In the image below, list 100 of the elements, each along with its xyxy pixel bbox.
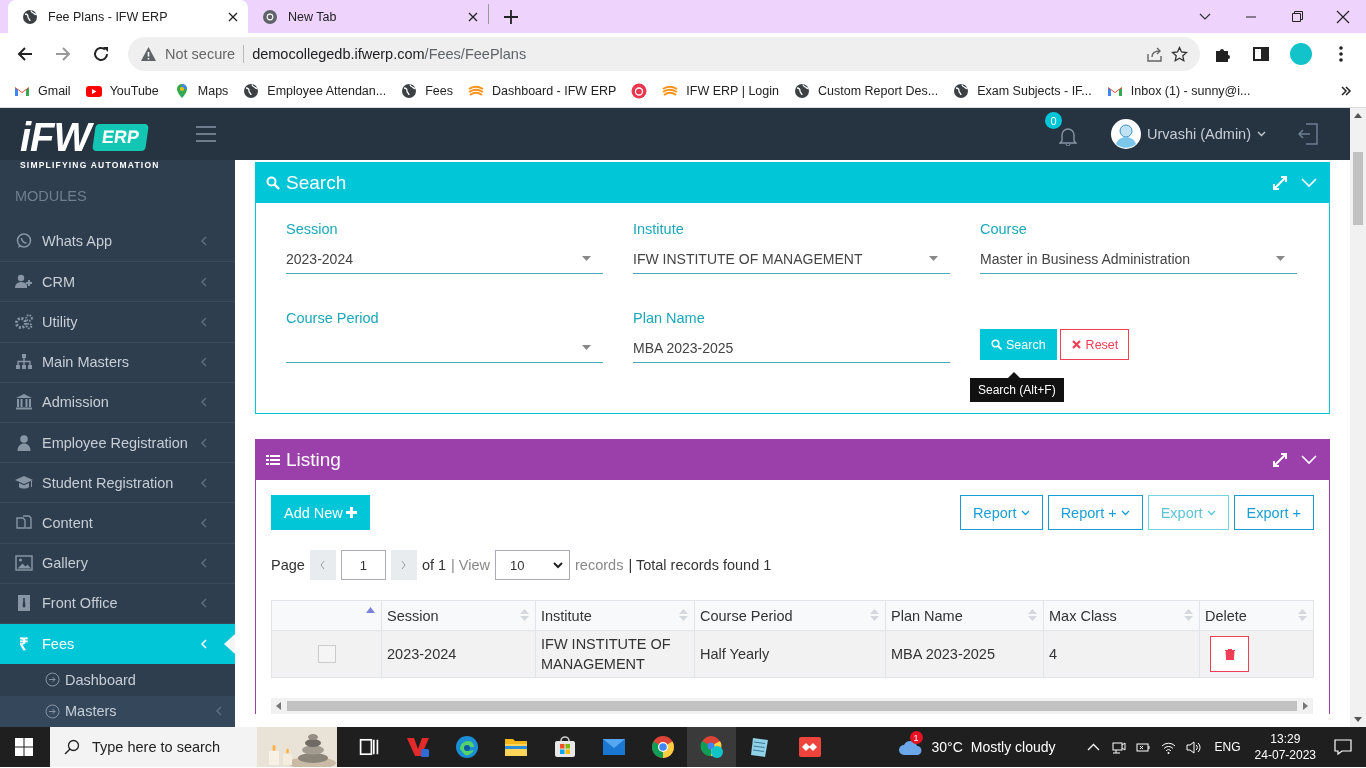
caret-icon: [1276, 256, 1285, 261]
temperature[interactable]: 30°C: [931, 739, 963, 755]
globe-icon: [953, 83, 970, 99]
browser-tab[interactable]: Fee Plans - IFW ERP: [8, 0, 248, 33]
submenu-item[interactable]: Masters: [0, 695, 235, 727]
select-field[interactable]: Master in Business Administration: [980, 244, 1297, 274]
star-icon[interactable]: [1171, 45, 1188, 63]
swirl-icon[interactable]: [454, 735, 479, 759]
camera-icon[interactable]: [1110, 739, 1126, 755]
share-icon[interactable]: [1146, 45, 1163, 63]
globe-icon: [243, 83, 260, 99]
forward-arrow-icon[interactable]: [54, 45, 72, 63]
double-chevron-icon[interactable]: [1340, 85, 1352, 97]
sidebar-item[interactable]: Admission: [0, 382, 235, 423]
taskbar-search-field[interactable]: Type here to search: [50, 727, 337, 767]
total-records: | Total records found 1: [628, 557, 772, 573]
bookmark-link[interactable]: Gmail: [14, 83, 71, 99]
close-icon[interactable]: [468, 11, 478, 22]
security-label[interactable]: Not secure: [165, 46, 236, 62]
wave-logo-icon: [662, 83, 679, 99]
sidebar-item[interactable]: Employee Registration: [0, 422, 235, 464]
panel-title: Listing: [286, 449, 342, 471]
page-label: Page: [271, 557, 305, 573]
user-menu[interactable]: Urvashi (Admin): [1111, 119, 1266, 149]
records-label: records: [575, 557, 624, 573]
browser-logo-icon[interactable]: [650, 735, 675, 759]
browser-tab[interactable]: New Tab: [248, 0, 488, 33]
scroll-thumb[interactable]: [1353, 152, 1363, 225]
language-indicator[interactable]: ENG: [1214, 740, 1241, 754]
browser-profile-icon[interactable]: [699, 735, 724, 759]
delete-button[interactable]: [1210, 636, 1249, 672]
arrow-circle-icon: [45, 672, 60, 688]
reload-icon[interactable]: [92, 45, 110, 63]
address-bar[interactable]: Not secure democollegedb.ifwerp.com/Fees/FeePlans: [128, 37, 1200, 71]
store-bag-icon[interactable]: [552, 735, 577, 759]
column-header[interactable]: Session: [381, 600, 536, 631]
bookmark-link[interactable]: Fees: [401, 83, 453, 99]
row-checkbox[interactable]: [317, 645, 336, 663]
menu-icon[interactable]: [196, 126, 216, 142]
logout-icon[interactable]: [1298, 123, 1318, 145]
input-field[interactable]: MBA 2023-2025: [633, 333, 950, 363]
select-field[interactable]: 2023-2024: [286, 244, 603, 274]
submenu-item[interactable]: Dashboard: [0, 664, 235, 696]
windows-logo-icon[interactable]: [15, 738, 33, 756]
bookmark-link[interactable]: Exam Subjects - IF...: [953, 83, 1092, 99]
column-header[interactable]: Delete: [1199, 600, 1314, 631]
bookmark-link[interactable]: Dashboard - IFW ERP: [468, 83, 617, 99]
section-heading: MODULES: [14, 186, 88, 206]
sidebar-item[interactable]: Gallery: [0, 543, 235, 584]
table-cell: IFW INSTITUTE OF MANAGEMENT: [535, 630, 695, 678]
globe-icon: [401, 83, 418, 99]
v-logo-icon[interactable]: [405, 735, 430, 759]
chevron-left-icon: [200, 357, 208, 368]
notification-icon[interactable]: [1334, 738, 1352, 756]
bookmark-link[interactable]: [631, 83, 648, 99]
side-panel-icon[interactable]: [1252, 45, 1270, 63]
column-header[interactable]: Max Class: [1043, 600, 1200, 631]
column-header[interactable]: Institute: [535, 600, 695, 631]
sidebar-item[interactable]: Student Registration: [0, 463, 235, 504]
bookmark-link[interactable]: Inbox (1) - sunny@i...: [1106, 83, 1251, 99]
chat-icon: [15, 232, 33, 251]
clock[interactable]: 13:29 24-07-2023: [1254, 731, 1316, 763]
list-icon: [266, 453, 280, 467]
scroll-thumb[interactable]: [287, 701, 1297, 711]
horizontal-scrollbar[interactable]: [271, 698, 1313, 714]
bell-icon[interactable]: [1059, 126, 1078, 146]
search-icon: [991, 339, 1002, 350]
chevron-down-icon[interactable]: [1301, 455, 1317, 465]
chevron-left-icon: [200, 316, 208, 327]
page-size-select[interactable]: 10: [495, 550, 571, 580]
close-icon[interactable]: [228, 11, 238, 22]
bookmark-link[interactable]: Maps: [173, 83, 229, 99]
expand-icon[interactable]: [1273, 453, 1287, 467]
sidebar-item[interactable]: CRM: [0, 262, 235, 303]
hierarchy-icon: [15, 353, 33, 372]
vertical-scrollbar[interactable]: [1350, 108, 1366, 727]
sidebar-item[interactable]: Main Masters: [0, 342, 235, 383]
bookmark-link[interactable]: Custom Report Des...: [794, 83, 939, 99]
warning-icon[interactable]: [140, 45, 157, 63]
panel-title: Search: [286, 172, 348, 194]
back-arrow-icon[interactable]: [16, 45, 34, 63]
globe-icon: [794, 83, 810, 99]
column-header[interactable]: Plan Name: [885, 600, 1044, 631]
sidebar-item[interactable]: Content: [0, 503, 235, 544]
reset-button[interactable]: Reset: [1059, 329, 1130, 360]
tooltip-pointer: [1008, 372, 1020, 378]
user-icon: [15, 433, 33, 452]
select-field[interactable]: IFW INSTITUTE OF MANAGEMENT: [633, 244, 950, 274]
bookmark-link[interactable]: YouTube: [85, 83, 159, 99]
speaker-icon[interactable]: [1185, 739, 1201, 755]
bookmark-link[interactable]: Employee Attendan...: [243, 83, 387, 99]
page-number-field[interactable]: 1: [340, 550, 386, 580]
diamond-logo-icon[interactable]: [797, 735, 822, 759]
column-header[interactable]: Course Period: [694, 600, 886, 631]
table-cell: 2023-2024: [381, 630, 536, 678]
search-icon: [266, 176, 280, 190]
bookmark-link[interactable]: IFW ERP | Login: [662, 83, 779, 99]
plus-icon[interactable]: [503, 8, 519, 25]
weather-condition[interactable]: Mostly cloudy: [970, 739, 1056, 755]
play-icon: [85, 83, 102, 99]
